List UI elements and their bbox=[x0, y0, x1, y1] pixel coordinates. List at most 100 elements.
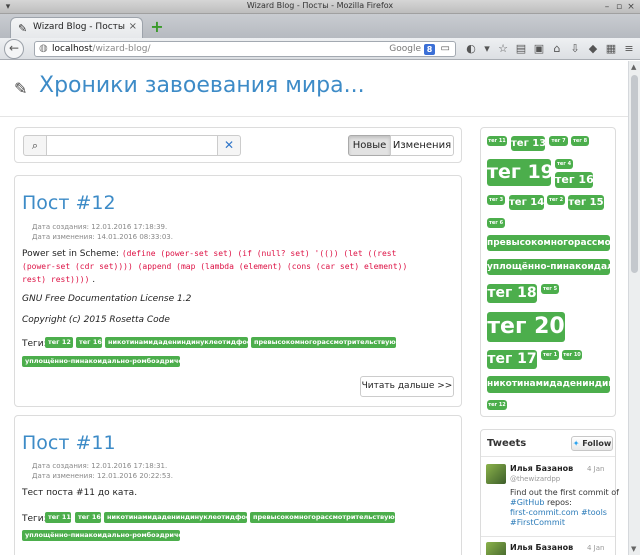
tweet-author-name[interactable]: Илья Базанов bbox=[510, 543, 573, 552]
page-viewport: ✎ Хроники завоевания мира... ⌕ ✕ Новые И… bbox=[0, 61, 628, 555]
post-tag[interactable]: тег 16 bbox=[75, 512, 101, 523]
cloud-tag[interactable]: тег 17 bbox=[487, 350, 537, 369]
post-tag[interactable]: тег 12 bbox=[45, 337, 73, 348]
scrollbar-thumb[interactable] bbox=[631, 75, 638, 273]
sort-new-button[interactable]: Новые bbox=[348, 135, 391, 156]
clipboard-icon[interactable]: ▤ bbox=[514, 41, 528, 57]
tweet-text-line: #FirstCommit bbox=[510, 518, 565, 528]
post-tag[interactable]: превысокомногорассмотрительствующий bbox=[250, 512, 395, 523]
back-button[interactable]: ← bbox=[4, 39, 24, 59]
window-titlebar: ▾ Wizard Blog - Посты - Mozilla Firefox … bbox=[0, 0, 640, 14]
search-panel: ⌕ ✕ Новые Изменения bbox=[14, 127, 462, 163]
dropdown-icon[interactable]: ▾ bbox=[480, 41, 494, 57]
star-icon[interactable]: ☆ bbox=[496, 41, 510, 57]
tweet-text-line: Find out the first commit of bbox=[510, 488, 619, 497]
scroll-down-arrow-icon[interactable]: ▼ bbox=[631, 545, 636, 553]
hashtag-link[interactable]: #GitHub bbox=[510, 498, 544, 507]
address-bar[interactable]: ◍ localhost/wizard-blog/ Google 8 ▭ bbox=[34, 41, 456, 57]
tab-close-icon[interactable]: × bbox=[129, 21, 137, 32]
tab-strip: ✎ Wizard Blog - Посты × + bbox=[0, 14, 640, 38]
hashtag-link[interactable]: #FirstCommit bbox=[510, 518, 565, 527]
shield-icon[interactable]: ◆ bbox=[586, 41, 600, 57]
cloud-tag[interactable]: превысокомногорассмотрительствующий bbox=[487, 235, 610, 251]
cloud-tag[interactable]: тег 20 bbox=[487, 312, 565, 342]
close-icon: ✕ bbox=[223, 138, 235, 152]
cloud-tag[interactable]: тег 3 bbox=[487, 195, 505, 205]
minimize-icon[interactable]: – bbox=[602, 2, 612, 12]
post-tag[interactable]: никотинамидадениндинуклеотидфосфат bbox=[104, 512, 247, 523]
cloud-tag[interactable]: тег 7 bbox=[549, 136, 568, 146]
google-icon[interactable]: 8 bbox=[424, 44, 435, 55]
tag-cloud: тег 11 тег 13 тег 7 тег 8 тег 19 тег 4 т… bbox=[480, 127, 616, 417]
read-more-button[interactable]: Читать дальше >> bbox=[360, 376, 454, 397]
cloud-tag[interactable]: тег 12 bbox=[487, 400, 507, 410]
clear-search-button[interactable]: ✕ bbox=[217, 135, 241, 156]
post-code-end: rest) rest)))) . bbox=[22, 275, 95, 285]
wizard-favicon-icon: ✎ bbox=[18, 22, 28, 35]
post-title[interactable]: Пост #11 bbox=[22, 432, 116, 454]
addon-icon[interactable]: ◐ bbox=[464, 41, 478, 57]
tweet-url-link[interactable]: first-commit.com bbox=[510, 508, 578, 517]
post-modified-date: Дата изменения: 14.01.2016 08:33:03. bbox=[32, 233, 173, 241]
scroll-up-arrow-icon[interactable]: ▲ bbox=[631, 63, 636, 71]
cloud-tag[interactable]: тег 5 bbox=[541, 284, 559, 294]
tweet-author-handle[interactable]: @thewizardpp bbox=[510, 475, 560, 483]
cloud-tag[interactable]: тег 1 bbox=[541, 350, 559, 360]
post-tag[interactable]: тег 11 bbox=[45, 512, 71, 523]
maximize-icon[interactable]: ▫ bbox=[614, 2, 624, 12]
window-title: Wizard Blog - Посты - Mozilla Firefox bbox=[246, 1, 394, 10]
twitter-bird-icon: ✦ bbox=[572, 439, 580, 448]
close-window-icon[interactable]: × bbox=[626, 2, 636, 12]
tweet-text-line: #GitHub repos: bbox=[510, 498, 572, 508]
avatar[interactable] bbox=[486, 464, 506, 484]
tweet-author-name[interactable]: Илья Базанов bbox=[510, 464, 573, 473]
cloud-tag[interactable]: тег 14 bbox=[509, 195, 544, 210]
avatar[interactable] bbox=[486, 542, 506, 555]
tweet-date[interactable]: 4 Jan bbox=[587, 465, 604, 473]
cloud-tag[interactable]: тег 19 bbox=[487, 159, 551, 186]
cloud-tag[interactable]: тег 18 bbox=[487, 284, 537, 303]
new-tab-icon[interactable]: + bbox=[150, 19, 164, 35]
cloud-tag[interactable]: тег 2 bbox=[547, 195, 565, 205]
follow-button[interactable]: ✦ Follow bbox=[571, 436, 613, 451]
cloud-tag[interactable]: тег 10 bbox=[562, 350, 582, 360]
reader-icon[interactable]: ▭ bbox=[441, 43, 450, 54]
sort-changed-button[interactable]: Изменения bbox=[390, 135, 454, 156]
post-tag[interactable]: уплощённо-пинакоидально-ромбоэдрический bbox=[22, 530, 180, 541]
post-created-date: Дата создания: 12.01.2016 17:18:39. bbox=[32, 223, 168, 231]
post-tag[interactable]: уплощённо-пинакоидально-ромбоэдрический bbox=[22, 356, 180, 367]
tweets-divider bbox=[481, 456, 615, 457]
post-title[interactable]: Пост #12 bbox=[22, 192, 116, 214]
cloud-tag[interactable]: уплощённо-пинакоидально-ромбоэдрический bbox=[487, 259, 610, 275]
globe-icon: ◍ bbox=[39, 43, 48, 54]
cloud-tag[interactable]: тег 13 bbox=[511, 136, 545, 151]
post-tag[interactable]: тег 16 bbox=[76, 337, 102, 348]
search-input[interactable] bbox=[46, 135, 218, 156]
screenshot-icon[interactable]: ▦ bbox=[604, 41, 618, 57]
briefcase-icon[interactable]: ▣ bbox=[532, 41, 546, 57]
cloud-tag[interactable]: тег 16 bbox=[555, 172, 593, 188]
cloud-tag[interactable]: тег 4 bbox=[555, 159, 573, 169]
cloud-tag[interactable]: тег 15 bbox=[568, 195, 604, 210]
tweet-text-fragment: repos: bbox=[544, 498, 572, 507]
tweet-date[interactable]: 4 Jan bbox=[587, 544, 604, 552]
code-snippet-2: (power-set (cdr set)))) (append (map (la… bbox=[22, 262, 408, 271]
cloud-tag[interactable]: тег 11 bbox=[487, 136, 507, 146]
cloud-tag[interactable]: тег 8 bbox=[571, 136, 589, 146]
menu-icon[interactable]: ≡ bbox=[622, 41, 636, 57]
hashtag-link[interactable]: #tools bbox=[581, 508, 607, 517]
tab-wizard-blog[interactable]: ✎ Wizard Blog - Посты × bbox=[10, 17, 143, 38]
blog-title[interactable]: Хроники завоевания мира... bbox=[39, 73, 365, 98]
search-button[interactable]: ⌕ bbox=[23, 135, 47, 156]
post-tag[interactable]: никотинамидадениндинуклеотидфосфат bbox=[105, 337, 248, 348]
cloud-tag[interactable]: тег 6 bbox=[487, 218, 505, 228]
download-icon[interactable]: ⇩ bbox=[568, 41, 582, 57]
cloud-tag[interactable]: никотинамидадениндинуклеотидфосфат bbox=[487, 376, 610, 393]
tab-label: Wizard Blog - Посты bbox=[33, 22, 125, 32]
page-scrollbar[interactable]: ▲ ▼ bbox=[628, 61, 640, 555]
tweet-text-line: first-commit.com #tools bbox=[510, 508, 607, 518]
post-card: Пост #11 Дата создания: 12.01.2016 17:18… bbox=[14, 415, 462, 555]
post-tag[interactable]: превысокомногорассмотрительствующий bbox=[251, 337, 396, 348]
home-icon[interactable]: ⌂ bbox=[550, 41, 564, 57]
url-host: localhost bbox=[52, 44, 93, 54]
